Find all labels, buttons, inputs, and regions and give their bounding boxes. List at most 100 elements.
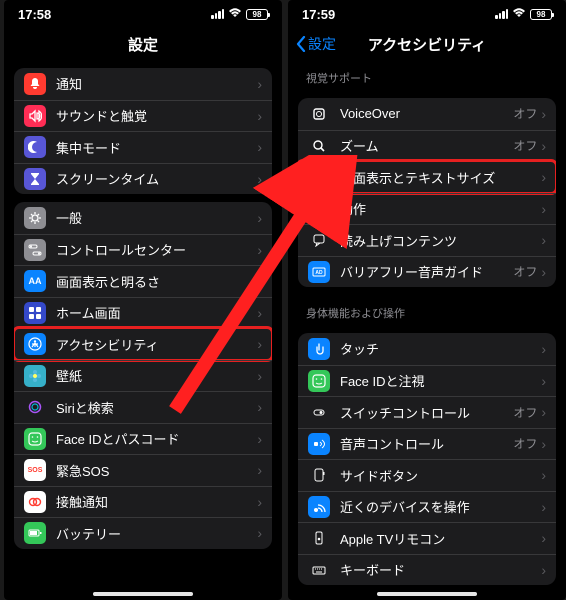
row-label: 画面表示とテキストサイズ	[340, 168, 541, 187]
phone-accessibility: 17:59 98 設定 アクセシビリティ 視覚サポート VoiceOverオフ›…	[288, 0, 566, 600]
settings-row[interactable]: サウンドと触覚›	[14, 100, 272, 132]
row-label: 壁紙	[56, 366, 257, 385]
settings-row[interactable]: Face IDとパスコード›	[14, 423, 272, 455]
settings-row[interactable]: 一般›	[14, 202, 272, 234]
settings-row[interactable]: VoiceOverオフ›	[298, 98, 556, 130]
settings-row[interactable]: 音声コントロールオフ›	[298, 428, 556, 460]
chevron-right-icon: ›	[541, 467, 546, 483]
nav-header: 設定	[4, 28, 282, 60]
row-label: 通知	[56, 74, 257, 93]
chevron-right-icon: ›	[257, 108, 262, 124]
phone-settings: 17:58 98 設定 通知›サウンドと触覚›集中モード›スクリーンタイム› 一…	[4, 0, 282, 600]
chevron-right-icon: ›	[257, 139, 262, 155]
face-icon	[24, 428, 46, 450]
home-indicator[interactable]	[93, 592, 193, 596]
exposure-icon	[24, 491, 46, 513]
settings-row[interactable]: Apple TVリモコン›	[298, 522, 556, 554]
settings-row[interactable]: ホーム画面›	[14, 297, 272, 329]
settings-row[interactable]: アクセシビリティ›	[14, 328, 272, 360]
chevron-right-icon: ›	[541, 138, 546, 154]
status-right: 98	[495, 7, 552, 21]
home-indicator[interactable]	[377, 592, 477, 596]
row-label: VoiceOver	[340, 106, 513, 121]
sound-icon	[24, 105, 46, 127]
settings-row[interactable]: 読み上げコンテンツ›	[298, 224, 556, 256]
row-label: ズーム	[340, 136, 513, 155]
row-label: アクセシビリティ	[56, 335, 257, 354]
settings-row[interactable]: Siriと検索›	[14, 391, 272, 423]
settings-row[interactable]: スイッチコントロールオフ›	[298, 396, 556, 428]
settings-row[interactable]: ADバリアフリー音声ガイドオフ›	[298, 256, 556, 288]
row-label: スイッチコントロール	[340, 403, 513, 422]
settings-row[interactable]: SOS緊急SOS›	[14, 454, 272, 486]
aa-icon: AA	[308, 166, 330, 188]
keyboard-icon	[308, 559, 330, 581]
battery-icon	[24, 522, 46, 544]
settings-row[interactable]: 壁紙›	[14, 360, 272, 392]
chevron-right-icon: ›	[257, 368, 262, 384]
wifi-icon	[228, 7, 242, 21]
chevron-right-icon: ›	[257, 242, 262, 258]
row-label: Face IDと注視	[340, 371, 541, 390]
touch-icon	[308, 338, 330, 360]
vo-icon	[308, 103, 330, 125]
group-physical: タッチ›Face IDと注視›スイッチコントロールオフ›音声コントロールオフ›サ…	[298, 333, 556, 585]
settings-row[interactable]: Face IDと注視›	[298, 365, 556, 397]
chevron-right-icon: ›	[541, 499, 546, 515]
chevron-right-icon: ›	[257, 399, 262, 415]
wifi-icon	[512, 7, 526, 21]
settings-row[interactable]: バッテリー›	[14, 517, 272, 549]
row-label: 動作	[340, 199, 541, 218]
person-icon	[24, 333, 46, 355]
row-label: コントロールセンター	[56, 240, 257, 259]
back-button[interactable]: 設定	[296, 34, 336, 54]
settings-row[interactable]: 集中モード›	[14, 131, 272, 163]
zoom-icon	[308, 135, 330, 157]
status-time: 17:59	[302, 7, 335, 22]
chevron-right-icon: ›	[257, 305, 262, 321]
chevron-right-icon: ›	[257, 76, 262, 92]
settings-row[interactable]: タッチ›	[298, 333, 556, 365]
row-label: ホーム画面	[56, 303, 257, 322]
settings-row[interactable]: サイドボタン›	[298, 459, 556, 491]
row-label: 音声コントロール	[340, 434, 513, 453]
row-label: 画面表示と明るさ	[56, 272, 257, 291]
settings-row[interactable]: 接触通知›	[14, 486, 272, 518]
back-label: 設定	[308, 34, 336, 54]
chevron-right-icon: ›	[541, 264, 546, 280]
settings-row[interactable]: AA画面表示とテキストサイズ›	[298, 161, 556, 193]
svg-text:AD: AD	[315, 270, 323, 276]
speech-icon	[308, 229, 330, 251]
chevron-right-icon: ›	[541, 201, 546, 217]
switches-icon	[24, 239, 46, 261]
nav-header: 設定 アクセシビリティ	[288, 28, 566, 60]
chevron-right-icon: ›	[257, 171, 262, 187]
row-label: 近くのデバイスを操作	[340, 497, 541, 516]
settings-row[interactable]: AA画面表示と明るさ›	[14, 265, 272, 297]
settings-row[interactable]: 通知›	[14, 68, 272, 100]
row-label: バリアフリー音声ガイド	[340, 262, 513, 281]
settings-row[interactable]: 近くのデバイスを操作›	[298, 491, 556, 523]
settings-row[interactable]: コントロールセンター›	[14, 234, 272, 266]
nearby-icon	[308, 496, 330, 518]
settings-row[interactable]: スクリーンタイム›	[14, 163, 272, 195]
battery-icon: 98	[530, 9, 552, 20]
hourglass-icon	[24, 168, 46, 190]
chevron-right-icon: ›	[541, 341, 546, 357]
chevron-right-icon: ›	[257, 336, 262, 352]
page-title: 設定	[128, 34, 158, 55]
settings-row[interactable]: キーボード›	[298, 554, 556, 586]
settings-row[interactable]: 動作›	[298, 193, 556, 225]
settings-row[interactable]: ズームオフ›	[298, 130, 556, 162]
group-vision: VoiceOverオフ›ズームオフ›AA画面表示とテキストサイズ›動作›読み上げ…	[298, 98, 556, 287]
row-label: キーボード	[340, 560, 541, 579]
accessibility-list[interactable]: 視覚サポート VoiceOverオフ›ズームオフ›AA画面表示とテキストサイズ›…	[288, 60, 566, 600]
svg-text:AA: AA	[29, 276, 42, 286]
row-label: Face IDとパスコード	[56, 429, 257, 448]
chevron-right-icon: ›	[541, 373, 546, 389]
row-value: オフ	[513, 105, 537, 122]
face-icon	[308, 370, 330, 392]
row-value: オフ	[513, 404, 537, 421]
chevron-right-icon: ›	[257, 462, 262, 478]
settings-list[interactable]: 通知›サウンドと触覚›集中モード›スクリーンタイム› 一般›コントロールセンター…	[4, 60, 282, 600]
